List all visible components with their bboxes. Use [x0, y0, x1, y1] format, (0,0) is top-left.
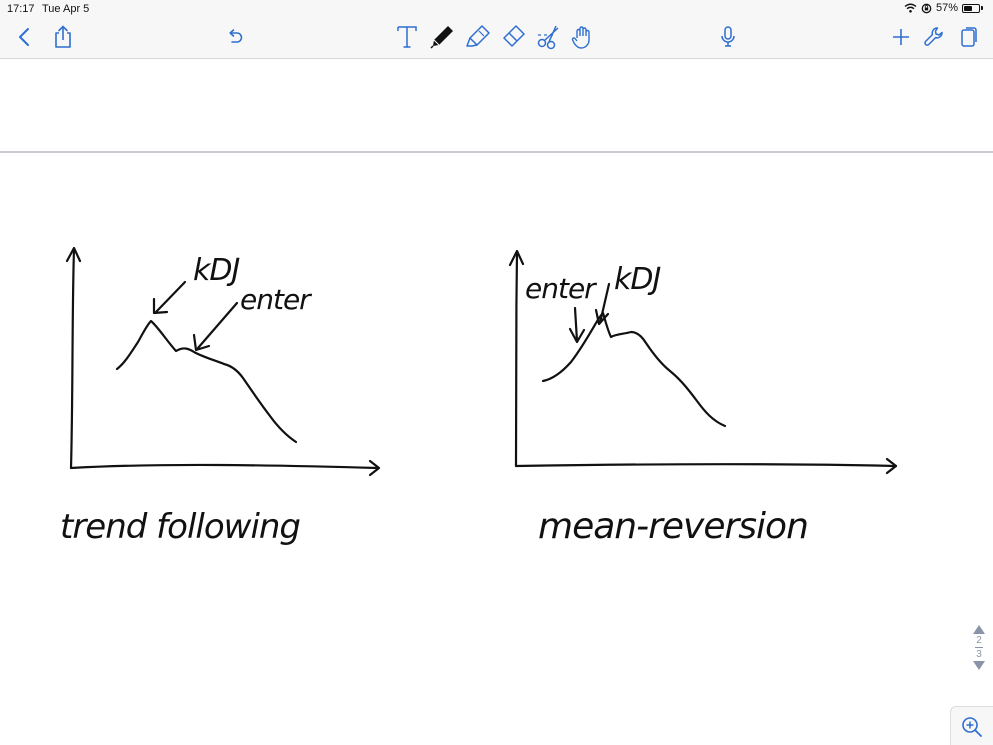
hand-tool-icon — [571, 26, 590, 49]
left-enter-arrow — [196, 301, 239, 350]
status-right-group: 57% — [904, 2, 983, 14]
zoom-in-icon — [962, 716, 982, 737]
add-button[interactable] — [886, 22, 916, 52]
right-y-axis — [514, 250, 519, 468]
undo-button[interactable] — [220, 22, 250, 52]
page-indicator: 2 3 — [971, 624, 987, 686]
current-page-number: 2 — [976, 635, 982, 646]
scissors-tool-button[interactable] — [534, 22, 564, 52]
scissors-tool-icon — [537, 25, 559, 50]
share-button[interactable] — [48, 22, 78, 52]
right-x-axis — [514, 463, 898, 468]
pen-tool-icon — [430, 26, 453, 49]
battery-icon — [962, 3, 980, 13]
status-time: 17:17 — [7, 3, 35, 15]
hand-tool-button[interactable] — [568, 22, 598, 52]
next-page-icon[interactable] — [972, 660, 986, 671]
orientation-lock-icon — [921, 3, 932, 13]
add-icon — [893, 29, 909, 45]
undo-icon — [229, 29, 243, 43]
left-kdj-label: kDJ — [193, 253, 239, 288]
text-tool-button[interactable] — [392, 22, 422, 52]
microphone-button[interactable] — [713, 22, 743, 52]
battery-percent: 57% — [935, 2, 958, 14]
text-tool-icon — [397, 26, 417, 48]
left-caption: trend following — [60, 507, 300, 547]
microphone-icon — [721, 26, 735, 47]
highlighter-tool-icon — [466, 25, 490, 47]
toolbar — [0, 18, 993, 59]
back-icon — [19, 28, 29, 46]
highlighter-tool-button[interactable] — [463, 22, 493, 52]
previous-page-icon[interactable] — [972, 624, 986, 635]
left-kdj-arrow — [154, 280, 187, 314]
total-page-number: 3 — [976, 649, 982, 660]
pen-tool-button[interactable] — [427, 22, 457, 52]
right-kdj-label: kDJ — [614, 262, 660, 297]
right-caption: mean-reversion — [538, 506, 808, 547]
notes-app: 17:17 Tue Apr 5 57% kDJ enter trend foll… — [0, 0, 993, 745]
battery-cap — [981, 6, 983, 10]
battery-level — [964, 5, 972, 11]
pages-button[interactable] — [954, 22, 984, 52]
left-enter-label: enter — [240, 283, 312, 316]
handwritten-notes: kDJ enter trend following enter kDJ mean… — [60, 246, 898, 547]
wifi-icon — [904, 3, 917, 13]
pages-icon — [961, 27, 977, 47]
right-enter-label: enter — [525, 272, 597, 305]
previous-page-area[interactable] — [0, 59, 993, 151]
note-canvas[interactable]: kDJ enter trend following enter kDJ mean… — [0, 153, 993, 745]
eraser-tool-icon — [503, 25, 525, 47]
right-enter-arrow — [573, 306, 579, 343]
share-icon — [55, 25, 71, 48]
settings-button[interactable] — [919, 22, 949, 52]
status-date: Tue Apr 5 — [42, 3, 90, 15]
left-x-axis — [69, 463, 380, 470]
wrench-icon — [924, 27, 943, 46]
back-button[interactable] — [9, 22, 39, 52]
page-divider-line — [975, 647, 983, 648]
status-bar: 17:17 Tue Apr 5 57% — [0, 0, 993, 18]
left-y-axis — [69, 247, 76, 470]
eraser-tool-button[interactable] — [498, 22, 528, 52]
zoom-button[interactable] — [950, 706, 993, 745]
